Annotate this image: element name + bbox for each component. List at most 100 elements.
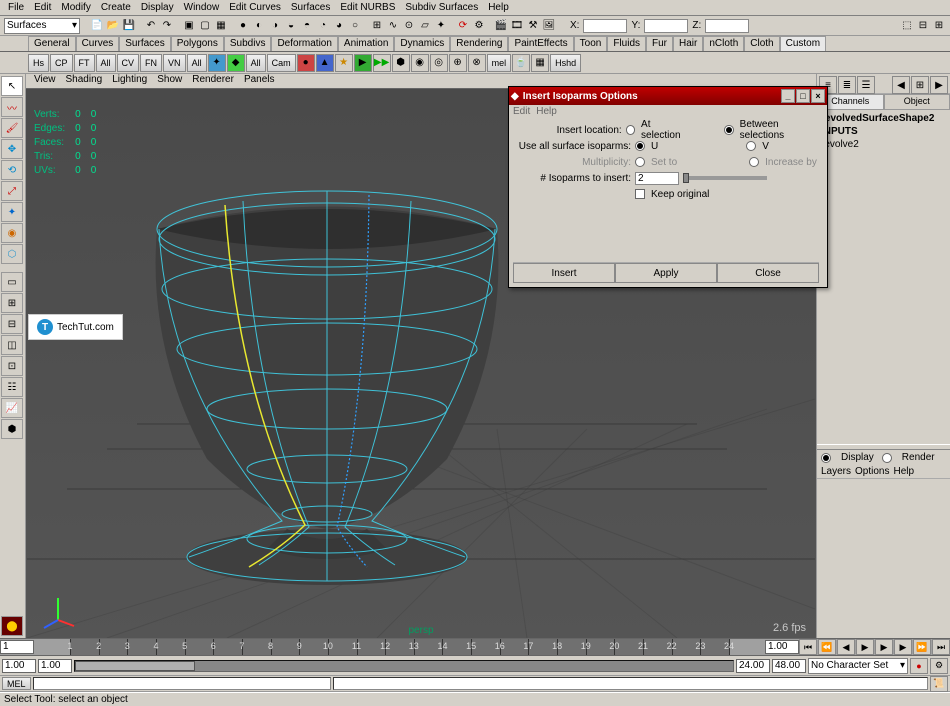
history-icon[interactable]: ⟳ xyxy=(456,19,470,33)
coord-y-input[interactable] xyxy=(644,19,688,33)
radio-u[interactable] xyxy=(635,141,645,151)
vp-menu-renderer[interactable]: Renderer xyxy=(188,74,238,88)
tab-cloth[interactable]: Cloth xyxy=(744,36,779,51)
minimize-icon[interactable]: _ xyxy=(781,89,795,103)
module-selector[interactable]: Surfaces ▾ xyxy=(4,18,80,34)
tab-animation[interactable]: Animation xyxy=(338,36,394,51)
manip-tool-icon[interactable]: ✦ xyxy=(1,202,23,222)
btn-mel[interactable]: mel xyxy=(487,54,512,72)
rp-icon3[interactable]: ☰ xyxy=(857,76,875,94)
shelf-i7[interactable]: ◎ xyxy=(430,54,448,72)
layout-four-icon[interactable]: ⊞ xyxy=(1,293,23,313)
lasso-tool-icon[interactable]: 〰 xyxy=(1,97,23,117)
goto-start-icon[interactable]: ⏮ xyxy=(799,639,817,655)
mask4-icon[interactable]: ◒ xyxy=(284,19,298,33)
last-tool-icon[interactable]: ⬡ xyxy=(1,244,23,264)
tab-curves[interactable]: Curves xyxy=(76,36,120,51)
tab-painteffects[interactable]: PaintEffects xyxy=(508,36,573,51)
num-isoparms-input[interactable] xyxy=(635,172,679,185)
snap-plane-icon[interactable]: ▱ xyxy=(418,19,432,33)
slider-thumb[interactable] xyxy=(683,173,689,183)
mask8-icon[interactable]: ○ xyxy=(348,19,362,33)
vp-menu-view[interactable]: View xyxy=(30,74,60,88)
rp-icon5[interactable]: ⊞ xyxy=(911,76,929,94)
menu-surfaces[interactable]: Surfaces xyxy=(287,1,334,14)
current-frame-field-right[interactable]: 1.00 xyxy=(765,640,799,654)
tab-fluids[interactable]: Fluids xyxy=(607,36,646,51)
tab-custom[interactable]: Custom xyxy=(780,36,826,51)
menu-window[interactable]: Window xyxy=(180,1,224,14)
open-scene-icon[interactable]: 📂 xyxy=(106,19,120,33)
rp-icon4[interactable]: ◀ xyxy=(892,76,910,94)
anim-start-field[interactable]: 1.00 xyxy=(2,659,36,673)
mask1-icon[interactable]: ● xyxy=(236,19,250,33)
shelf-i11[interactable]: ▦ xyxy=(531,54,549,72)
radio-display[interactable] xyxy=(821,453,831,463)
render-view-icon[interactable]: 🖼 xyxy=(542,19,556,33)
select-component-icon[interactable]: ▦ xyxy=(214,19,228,33)
layers-menu[interactable]: Layers xyxy=(821,466,851,477)
tab-fur[interactable]: Fur xyxy=(646,36,673,51)
maximize-icon[interactable]: □ xyxy=(796,89,810,103)
step-back-icon[interactable]: ◀ xyxy=(837,639,855,655)
select-object-icon[interactable]: ▢ xyxy=(198,19,212,33)
mask2-icon[interactable]: ◐ xyxy=(252,19,266,33)
layout-graph-icon[interactable]: 📈 xyxy=(1,398,23,418)
tab-subdivs[interactable]: Subdivs xyxy=(224,36,272,51)
layout-single-icon[interactable]: ▭ xyxy=(1,272,23,292)
tab-ncloth[interactable]: nCloth xyxy=(703,36,744,51)
coord-x-input[interactable] xyxy=(583,19,627,33)
new-scene-icon[interactable]: 📄 xyxy=(90,19,104,33)
prefs-icon[interactable]: ⚙ xyxy=(930,658,948,674)
mask3-icon[interactable]: ◑ xyxy=(268,19,282,33)
tab-deformation[interactable]: Deformation xyxy=(271,36,337,51)
btn-all3[interactable]: All xyxy=(246,54,266,72)
menu-help[interactable]: Help xyxy=(484,1,513,14)
step-back-key-icon[interactable]: ⏪ xyxy=(818,639,836,655)
rotate-tool-icon[interactable]: ⟲ xyxy=(1,160,23,180)
layout-hyper-icon[interactable]: ⬢ xyxy=(1,419,23,439)
snap-curve-icon[interactable]: ∿ xyxy=(386,19,400,33)
mask5-icon[interactable]: ◓ xyxy=(300,19,314,33)
layout1-icon[interactable]: ⬚ xyxy=(900,19,914,33)
coord-z-input[interactable] xyxy=(705,19,749,33)
close-button[interactable]: Close xyxy=(717,263,819,283)
dlg-menu-help[interactable]: Help xyxy=(536,106,557,117)
construction-icon[interactable]: ⚙ xyxy=(472,19,486,33)
rp-icon2[interactable]: ≣ xyxy=(838,76,856,94)
tab-object[interactable]: Object xyxy=(884,94,950,110)
character-set-dropdown[interactable]: No Character Set▾ xyxy=(808,658,908,674)
apply-button[interactable]: Apply xyxy=(615,263,717,283)
render-globals-icon[interactable]: ⚒ xyxy=(526,19,540,33)
shelf-i9[interactable]: ⊗ xyxy=(468,54,486,72)
layers-options[interactable]: Options xyxy=(855,466,889,477)
select-hierarchy-icon[interactable]: ▣ xyxy=(182,19,196,33)
radio-at-selection[interactable] xyxy=(626,125,635,135)
timeline-ticks[interactable]: 123456789101112131415161718192021222324 xyxy=(70,639,729,655)
vp-menu-panels[interactable]: Panels xyxy=(240,74,279,88)
snap-point-icon[interactable]: ⊙ xyxy=(402,19,416,33)
dialog-titlebar[interactable]: ◆ Insert Isoparms Options _ □ × xyxy=(509,87,827,105)
range-slider[interactable] xyxy=(74,660,734,672)
redo-icon[interactable]: ↷ xyxy=(160,19,174,33)
shelf-i6[interactable]: ◉ xyxy=(411,54,429,72)
btn-cv[interactable]: CV xyxy=(117,54,140,72)
layer-list[interactable] xyxy=(817,479,950,629)
menu-display[interactable]: Display xyxy=(137,1,178,14)
snap-grid-icon[interactable]: ⊞ xyxy=(370,19,384,33)
menu-editnurbs[interactable]: Edit NURBS xyxy=(336,1,399,14)
move-tool-icon[interactable]: ✥ xyxy=(1,139,23,159)
layout-2h-icon[interactable]: ⊟ xyxy=(1,314,23,334)
autokey-icon[interactable]: ● xyxy=(910,658,928,674)
btn-hs[interactable]: Hs xyxy=(28,54,49,72)
tab-rendering[interactable]: Rendering xyxy=(450,36,508,51)
tab-hair[interactable]: Hair xyxy=(673,36,703,51)
node-shape[interactable]: revolvedSurfaceShape2 xyxy=(819,112,948,125)
vp-menu-lighting[interactable]: Lighting xyxy=(108,74,151,88)
shelf-teapot-icon[interactable]: 🍵 xyxy=(512,54,530,72)
shelf-red-icon[interactable]: ● xyxy=(297,54,315,72)
vp-menu-shading[interactable]: Shading xyxy=(62,74,107,88)
menu-editcurves[interactable]: Edit Curves xyxy=(225,1,285,14)
save-scene-icon[interactable]: 💾 xyxy=(122,19,136,33)
radio-between-selections[interactable] xyxy=(724,125,733,135)
